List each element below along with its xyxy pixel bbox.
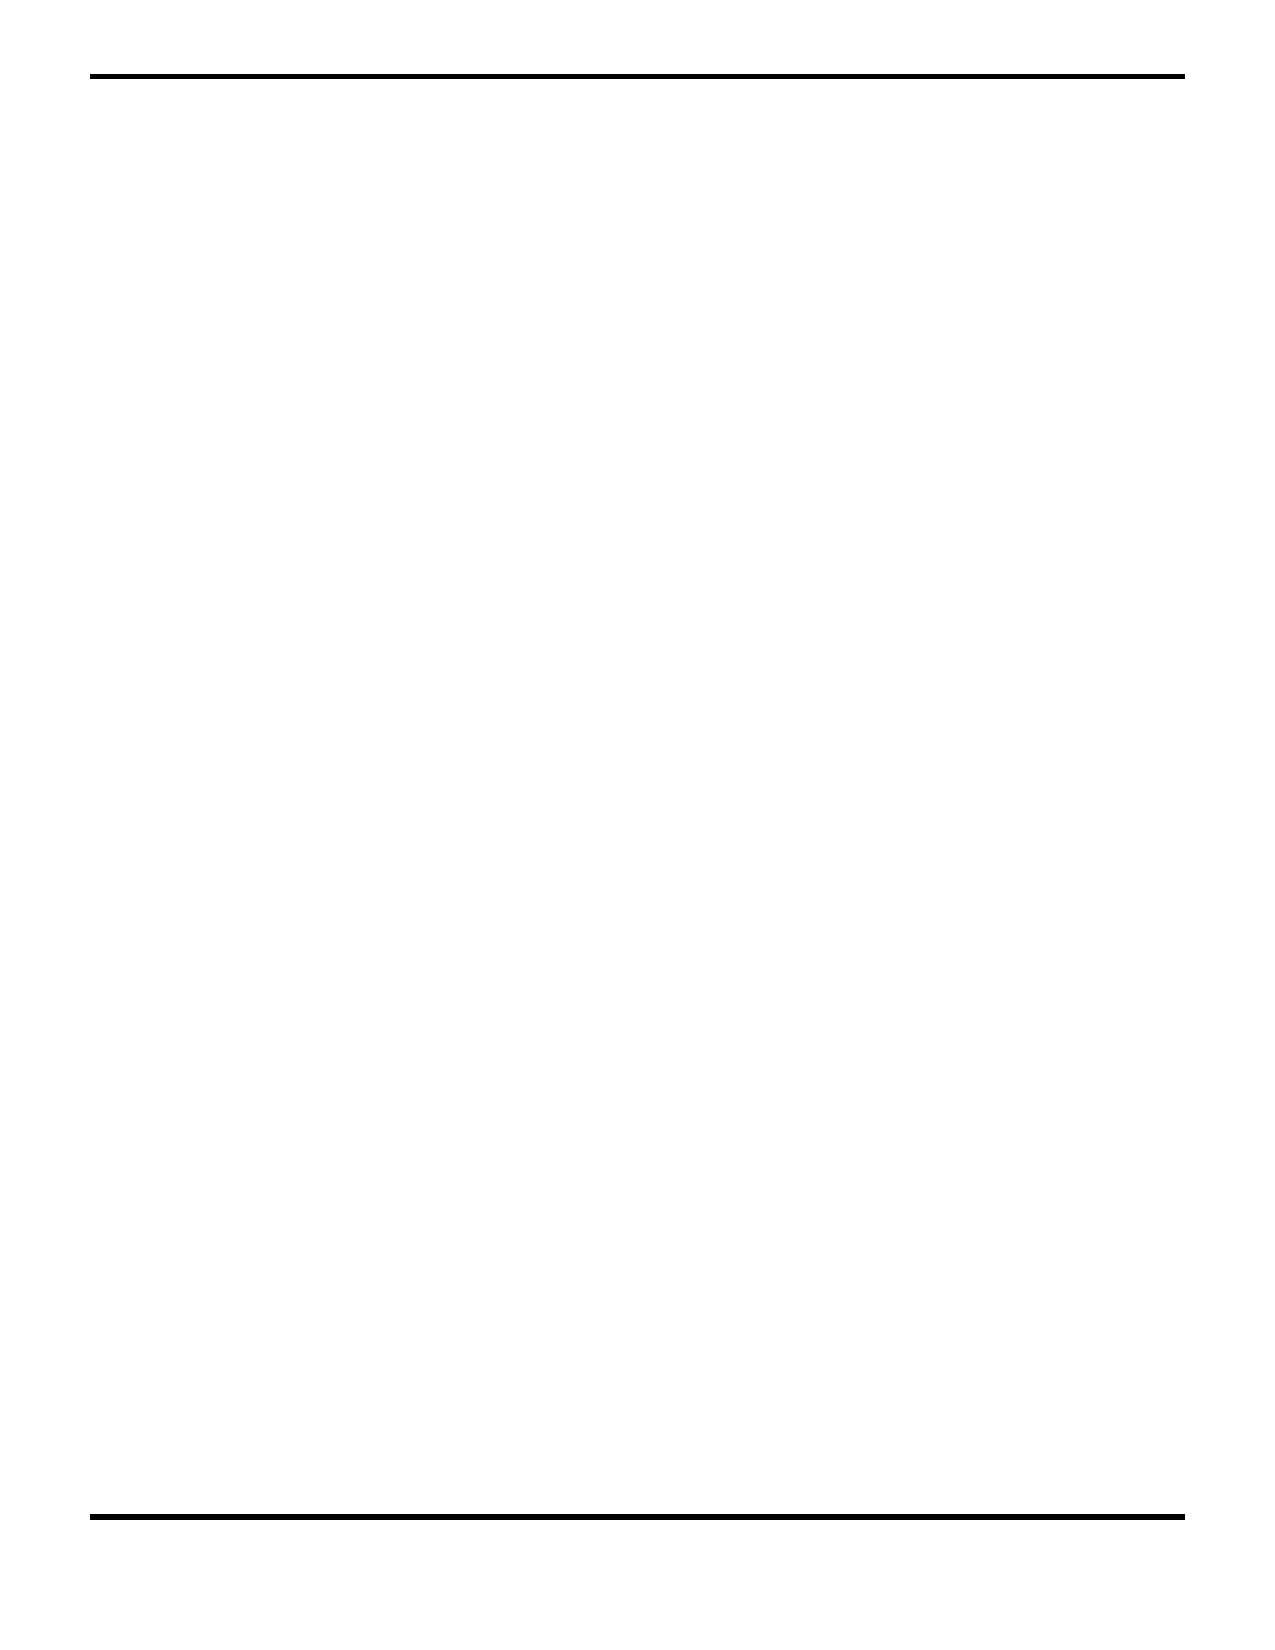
page-footer — [90, 1512, 1185, 1590]
top-rule — [90, 74, 1185, 79]
datasheet-page — [0, 0, 1275, 1650]
